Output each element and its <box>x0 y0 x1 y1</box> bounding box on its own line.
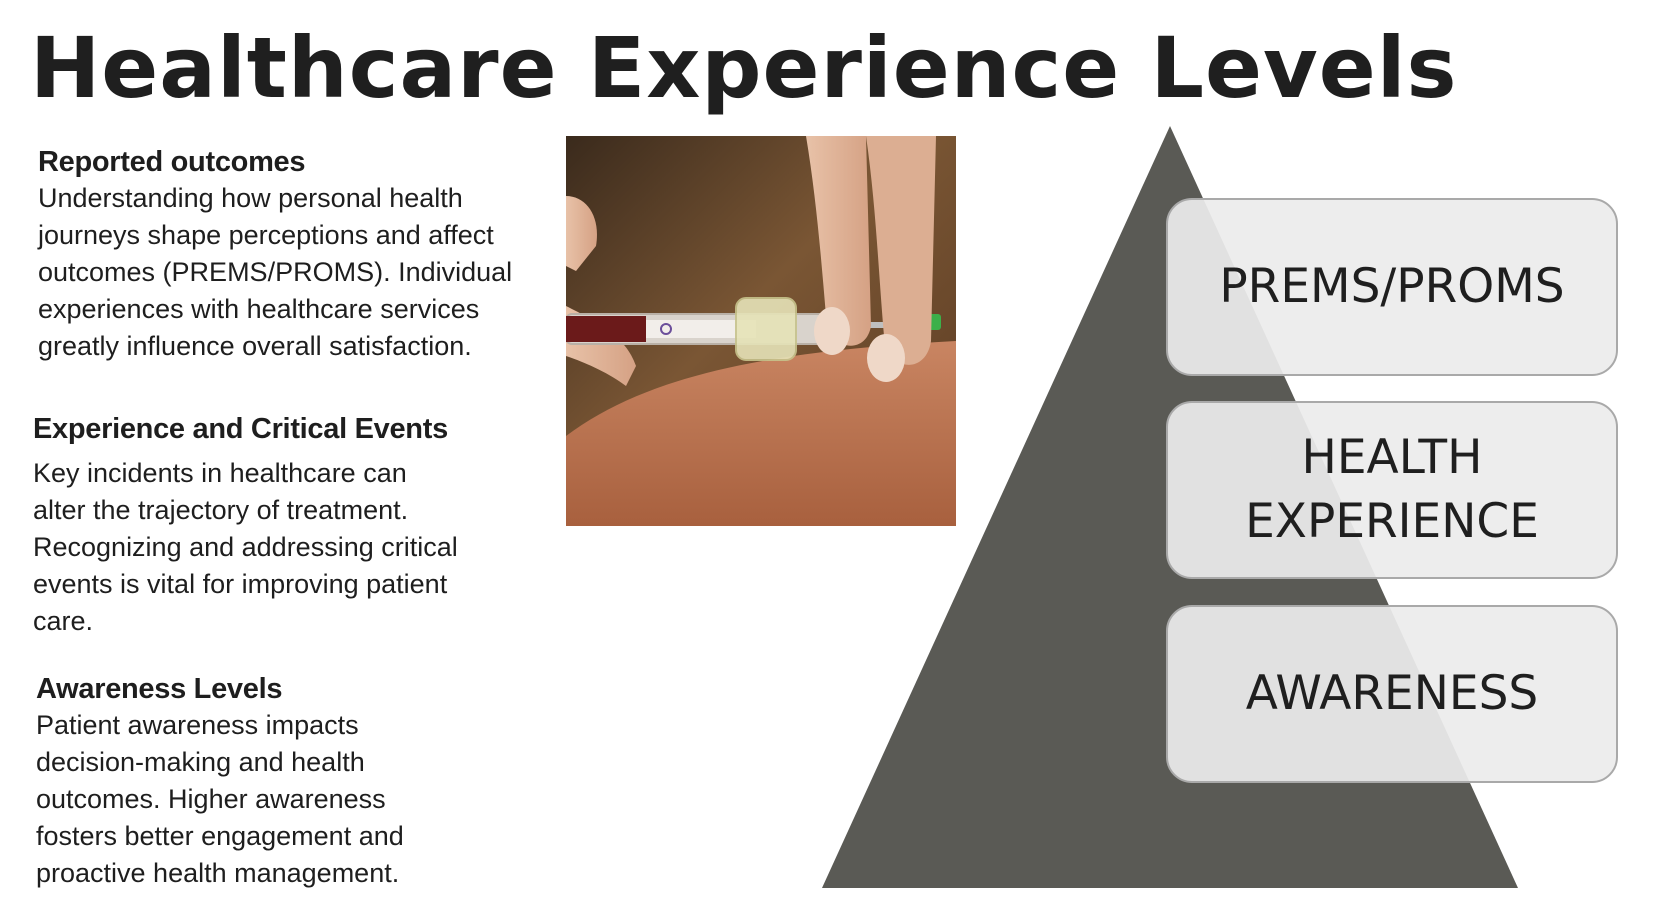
section-experience-critical-events: Experience and Critical Events Key incid… <box>33 411 553 640</box>
pyramid-level-awareness: AWARENESS <box>1166 605 1618 783</box>
section-heading: Experience and Critical Events <box>33 413 448 445</box>
section-body: Key incidents in healthcare can alter th… <box>33 458 458 636</box>
section-heading: Awareness Levels <box>36 673 283 705</box>
pyramid-level-prems-proms: PREMS/PROMS <box>1166 198 1618 376</box>
pyramid-level-health-experience: HEALTH EXPERIENCE <box>1166 401 1618 579</box>
blood-draw-photo <box>566 136 956 526</box>
level-label: PREMS/PROMS <box>1219 259 1565 314</box>
level-label: HEALTH EXPERIENCE <box>1245 430 1539 549</box>
section-awareness-levels: Awareness Levels Patient awareness impac… <box>36 671 556 892</box>
section-reported-outcomes: Reported outcomes Understanding how pers… <box>38 144 558 365</box>
blood-draw-illustration <box>566 136 956 526</box>
level-label: AWARENESS <box>1245 666 1539 721</box>
section-body: Understanding how personal health journe… <box>38 183 513 361</box>
page-title: Healthcare Experience Levels <box>30 19 1458 117</box>
section-body: Patient awareness impacts decision-makin… <box>36 710 404 888</box>
section-heading: Reported outcomes <box>38 146 306 178</box>
